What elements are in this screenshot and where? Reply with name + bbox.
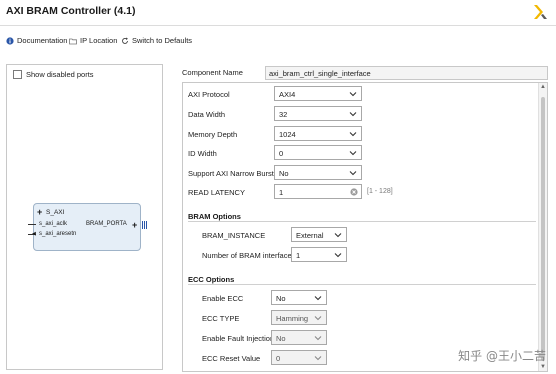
enable-ecc-value: No xyxy=(276,294,286,303)
scrollbar-thumb[interactable] xyxy=(541,97,545,361)
fault-injection-value: No xyxy=(276,334,286,343)
chevron-down-icon xyxy=(349,171,357,176)
chevron-down-icon xyxy=(349,151,357,156)
documentation-button[interactable]: Documentation xyxy=(6,36,67,45)
toolbar: Documentation IP Location Switch to Defa… xyxy=(0,32,556,50)
watermark: 知乎 @王小二苦 xyxy=(458,349,546,363)
pin-line xyxy=(28,224,36,225)
id-width-select[interactable]: 0 xyxy=(274,145,362,160)
bram-interfaces-value: 1 xyxy=(296,251,301,260)
vertical-scrollbar[interactable]: ▲ ▼ xyxy=(538,83,547,371)
scroll-down-icon[interactable]: ▼ xyxy=(540,364,546,370)
title-bar: AXI BRAM Controller (4.1) xyxy=(0,0,556,26)
axi-protocol-value: AXI4 xyxy=(279,90,296,99)
component-name-row: Component Name axi_bram_ctrl_single_inte… xyxy=(176,66,550,80)
chevron-down-icon xyxy=(314,296,322,301)
vendor-logo-icon xyxy=(534,5,547,19)
reset-arrow-icon: ◀ xyxy=(32,231,36,237)
switch-defaults-button[interactable]: Switch to Defaults xyxy=(121,36,192,45)
chevron-down-icon xyxy=(334,233,342,238)
ecc-reset-value: 0 xyxy=(276,354,281,363)
chevron-down-icon xyxy=(349,132,357,137)
ecc-type-value: Hamming xyxy=(276,314,309,323)
bram-interfaces-select[interactable]: 1 xyxy=(291,247,347,262)
chevron-down-icon xyxy=(314,316,322,321)
chevron-down-icon xyxy=(314,356,322,361)
bram-instance-value: External xyxy=(296,231,324,240)
memory-depth-select[interactable]: 1024 xyxy=(274,126,362,141)
bram-interfaces-label: Number of BRAM interfaces xyxy=(202,251,296,260)
narrow-bursts-select[interactable]: No xyxy=(274,165,362,180)
documentation-label: Documentation xyxy=(17,36,68,45)
ip-location-label: IP Location xyxy=(80,36,118,45)
memory-depth-label: Memory Depth xyxy=(188,130,238,139)
read-latency-label: READ LATENCY xyxy=(188,188,245,197)
ecc-type-label: ECC TYPE xyxy=(202,314,240,323)
symbol-panel: Show disabled ports + S_AXI s_axi_aclk ◀… xyxy=(6,64,163,370)
expand-plus-icon[interactable]: + xyxy=(37,207,42,217)
data-width-value: 32 xyxy=(279,110,288,119)
ecc-type-select[interactable]: Hamming xyxy=(271,310,327,325)
chevron-down-icon xyxy=(349,112,357,117)
chevron-down-icon xyxy=(314,336,322,341)
read-latency-input[interactable]: 1 xyxy=(274,184,362,199)
enable-ecc-label: Enable ECC xyxy=(202,294,244,303)
bram-options-title: BRAM Options xyxy=(188,212,241,221)
read-latency-value: 1 xyxy=(279,188,284,197)
folder-icon xyxy=(69,38,77,44)
show-disabled-ports-label: Show disabled ports xyxy=(26,70,94,79)
checkbox-box[interactable] xyxy=(13,70,22,79)
configuration-panel: Component Name axi_bram_ctrl_single_inte… xyxy=(176,62,550,372)
ecc-reset-label: ECC Reset Value xyxy=(202,354,261,363)
fault-injection-label: Enable Fault Injection xyxy=(202,334,275,343)
axi-protocol-label: AXI Protocol xyxy=(188,90,230,99)
read-latency-range: [1 - 128] xyxy=(367,188,393,195)
id-width-label: ID Width xyxy=(188,149,217,158)
switch-defaults-label: Switch to Defaults xyxy=(132,36,193,45)
section-divider xyxy=(188,284,536,285)
component-name-field[interactable]: axi_bram_ctrl_single_interface xyxy=(265,66,548,80)
bram-instance-label: BRAM_INSTANCE xyxy=(202,231,266,240)
refresh-icon xyxy=(122,37,128,44)
info-icon xyxy=(6,36,14,45)
ip-block-symbol: + S_AXI s_axi_aclk ◀ s_axi_aresetn BRAM_… xyxy=(28,203,147,251)
port-bram-porta: BRAM_PORTA xyxy=(86,221,127,227)
ecc-reset-select[interactable]: 0 xyxy=(271,350,327,365)
port-s-axi: S_AXI xyxy=(46,209,65,216)
component-name-label: Component Name xyxy=(182,68,243,77)
axi-protocol-select[interactable]: AXI4 xyxy=(274,86,362,101)
narrow-bursts-label: Support AXI Narrow Bursts xyxy=(188,169,278,178)
parameters-scroll-area: AXI Protocol AXI4 Data Width 32 Memory D… xyxy=(182,82,548,372)
bram-instance-select[interactable]: External xyxy=(291,227,347,242)
memory-depth-value: 1024 xyxy=(279,130,296,139)
section-divider xyxy=(188,221,536,222)
ecc-options-title: ECC Options xyxy=(188,275,235,284)
window-title: AXI BRAM Controller (4.1) xyxy=(6,5,136,17)
expand-plus-icon[interactable]: + xyxy=(132,220,137,230)
narrow-bursts-value: No xyxy=(279,169,289,178)
bus-connector-icon xyxy=(142,221,147,229)
data-width-label: Data Width xyxy=(188,110,226,119)
chevron-down-icon xyxy=(334,253,342,258)
ip-location-button[interactable]: IP Location xyxy=(69,36,117,45)
port-s-axi-aresetn: s_axi_aresetn xyxy=(39,231,77,237)
id-width-value: 0 xyxy=(279,149,284,158)
scroll-up-icon[interactable]: ▲ xyxy=(540,84,546,90)
port-s-axi-aclk: s_axi_aclk xyxy=(39,221,68,227)
data-width-select[interactable]: 32 xyxy=(274,106,362,121)
chevron-down-icon xyxy=(349,92,357,97)
enable-ecc-select[interactable]: No xyxy=(271,290,327,305)
clear-icon[interactable] xyxy=(350,188,358,196)
show-disabled-ports-checkbox[interactable]: Show disabled ports xyxy=(13,70,94,79)
fault-injection-select[interactable]: No xyxy=(271,330,327,345)
